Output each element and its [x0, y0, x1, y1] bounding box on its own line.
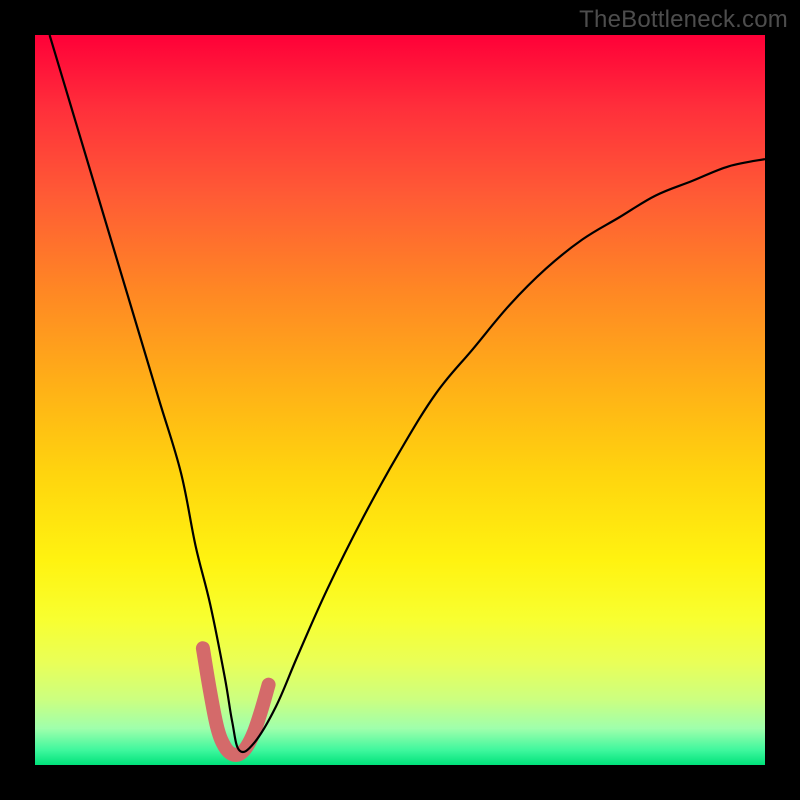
watermark-text: TheBottleneck.com	[579, 6, 788, 34]
plot-area	[35, 35, 765, 765]
chart-svg	[35, 35, 765, 765]
chart-frame: TheBottleneck.com	[0, 0, 800, 800]
bottleneck-curve	[50, 35, 765, 752]
